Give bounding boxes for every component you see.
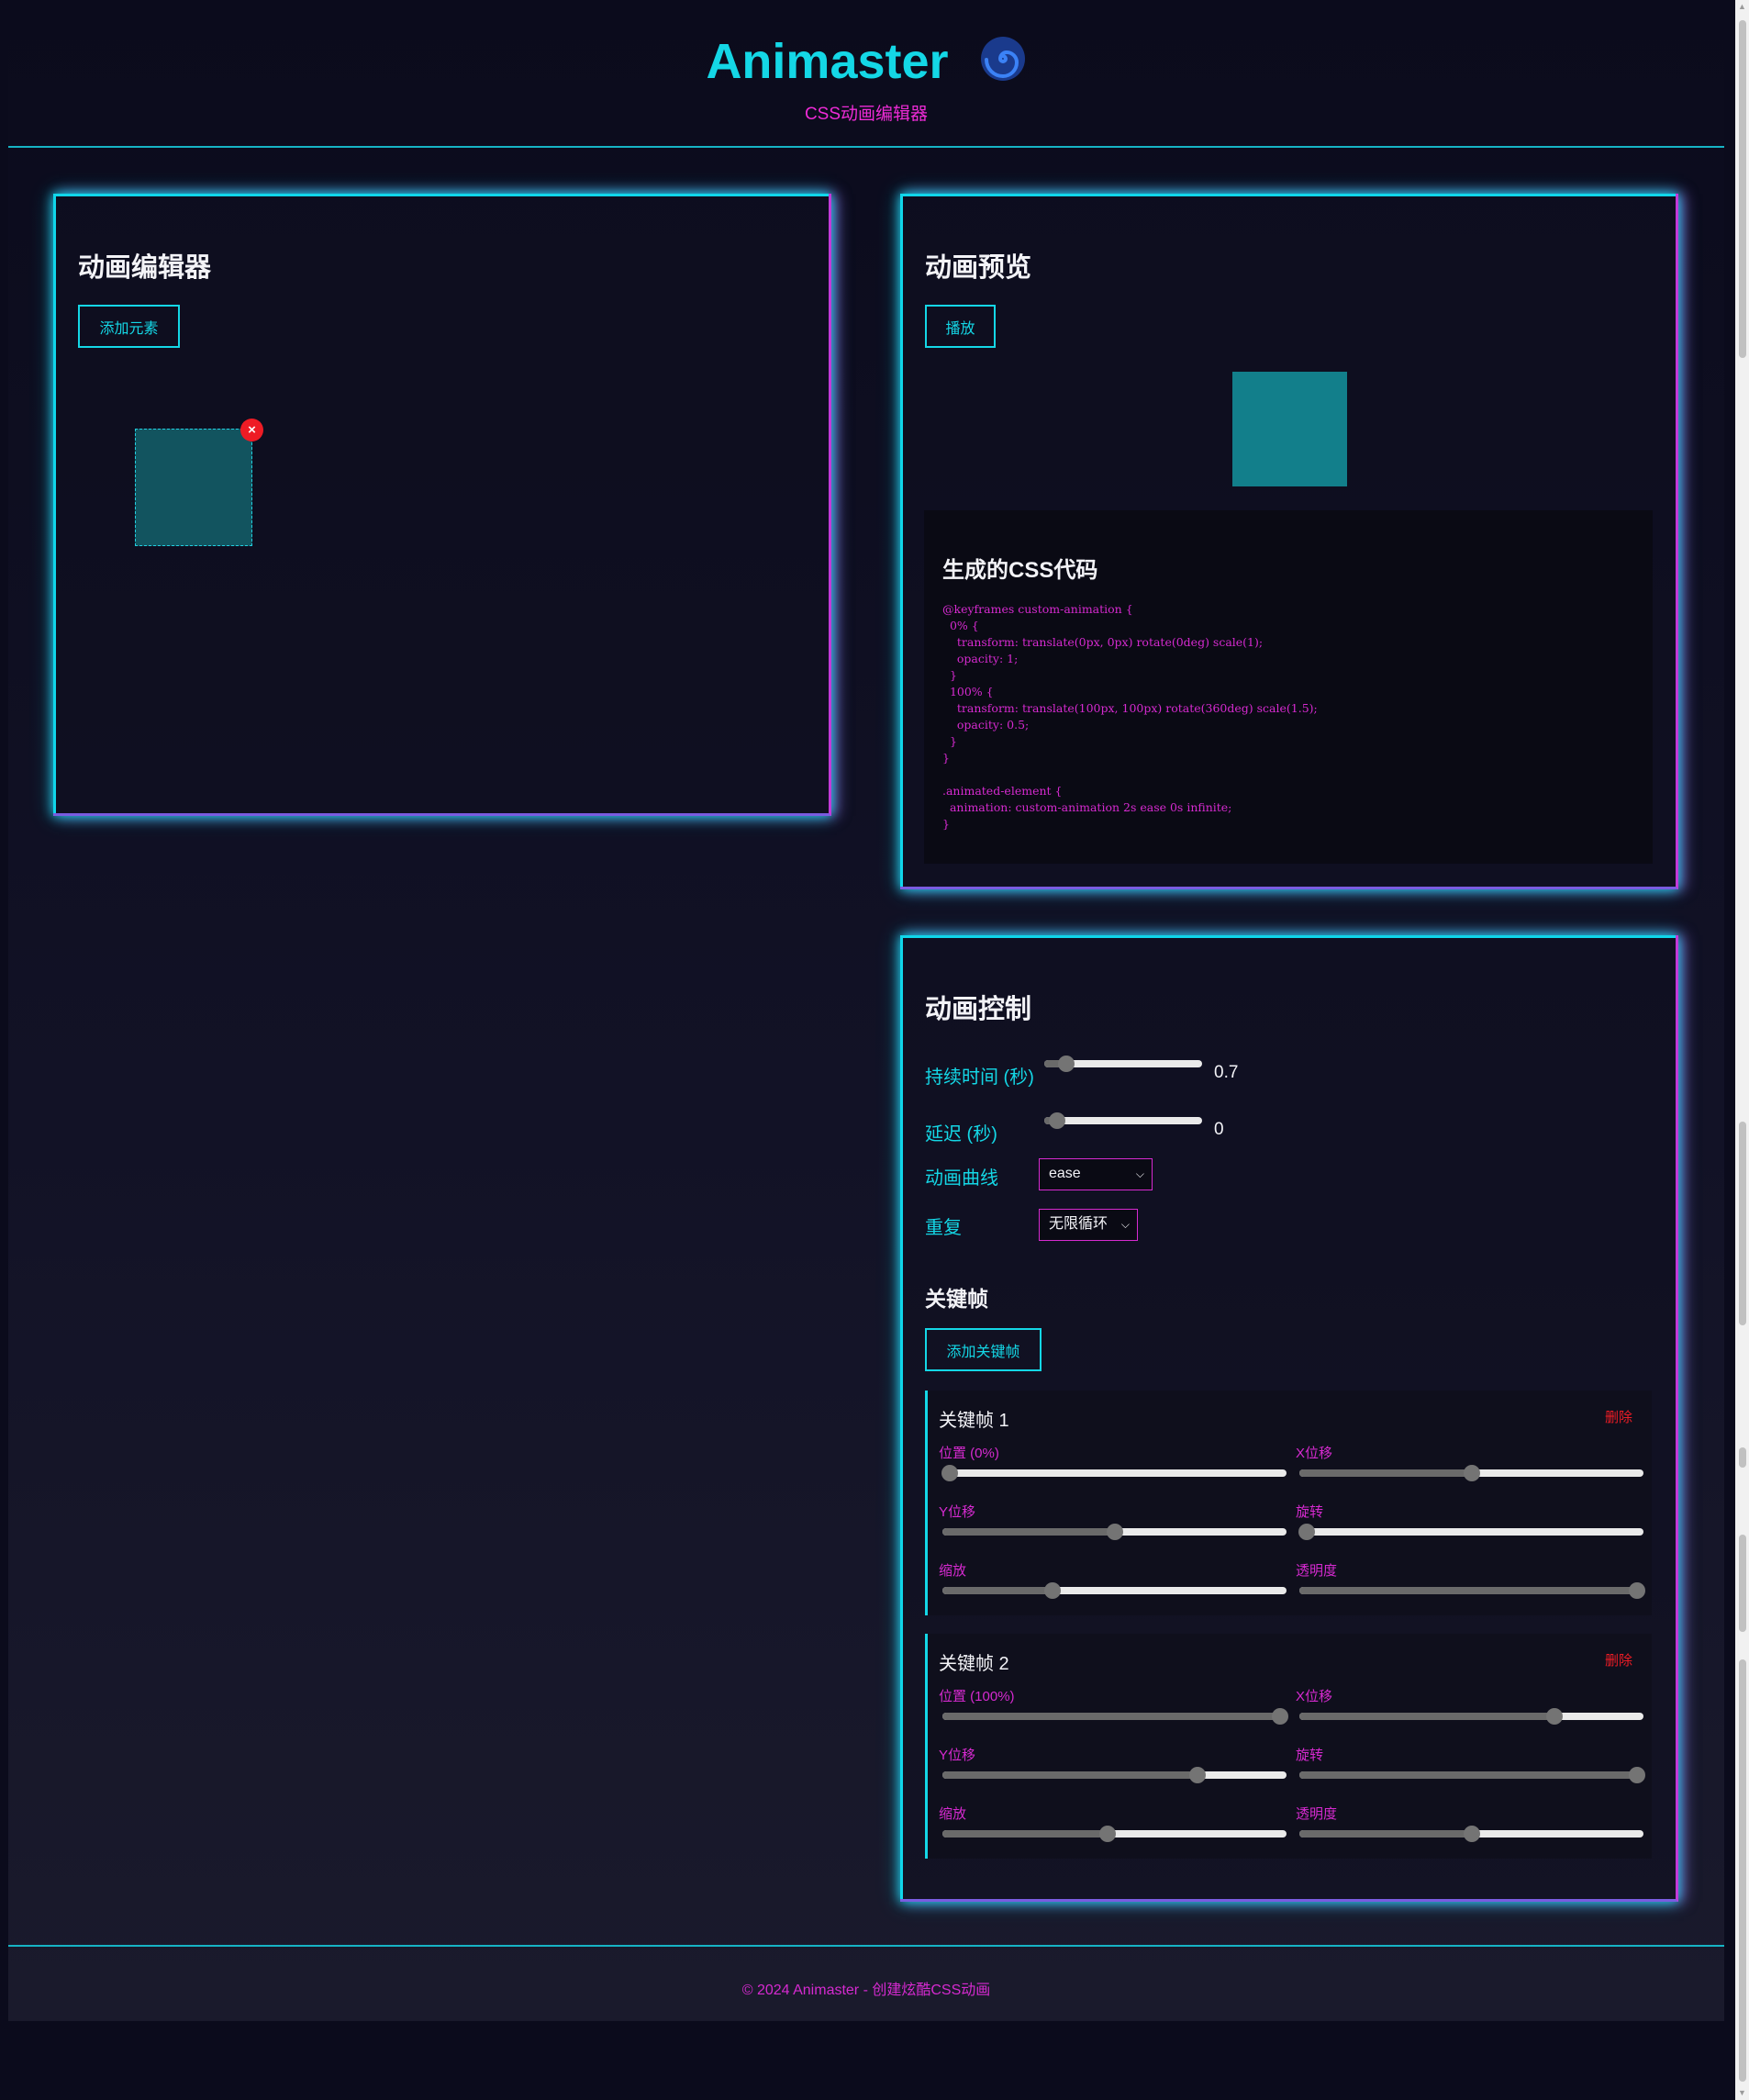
keyframe-2-rotate-slider[interactable] <box>1299 1767 1645 1783</box>
delay-slider[interactable] <box>1044 1112 1202 1129</box>
slider-thumb[interactable] <box>1628 1582 1645 1599</box>
keyframe-2-scale-slider[interactable] <box>942 1826 1287 1842</box>
repeat-select[interactable]: 无限循环 ⌵ <box>1039 1209 1138 1241</box>
scroll-thumb[interactable] <box>1739 1535 1746 1632</box>
keyframe-1-rotate-slider[interactable] <box>1298 1524 1643 1540</box>
keyframe-1-x-slider[interactable] <box>1299 1465 1643 1481</box>
scroll-up-icon[interactable]: ▲ <box>1735 0 1749 14</box>
keyframe-1-position-slider[interactable] <box>941 1465 1287 1481</box>
app-subtitle: CSS动画编辑器 <box>804 105 929 124</box>
keyframe-1-x-label: X位移 <box>1296 1446 1333 1461</box>
keyframe-2-rotate-label: 旋转 <box>1296 1748 1324 1763</box>
app-title: Animaster <box>706 34 949 89</box>
keyframe-2-scale-label: 缩放 <box>939 1806 967 1822</box>
slider-thumb[interactable] <box>1545 1708 1563 1725</box>
footer-text: © 2024 Animaster - 创建炫酷CSS动画 <box>741 1983 991 1998</box>
slider-thumb[interactable] <box>1463 1465 1480 1481</box>
slider-thumb[interactable] <box>1188 1767 1206 1783</box>
header-divider <box>8 146 1724 148</box>
duration-label: 持续时间 (秒) <box>925 1067 1034 1088</box>
play-button[interactable]: 播放 <box>925 305 996 348</box>
app-header: Animaster <box>0 33 1732 95</box>
repeat-select-value: 无限循环 <box>1049 1216 1108 1232</box>
chevron-down-icon: ⌵ <box>1135 1167 1144 1180</box>
preview-element <box>1232 372 1347 486</box>
keyframe-1-opacity-label: 透明度 <box>1296 1563 1338 1579</box>
keyframe-2-y-label: Y位移 <box>939 1748 976 1763</box>
keyframes-title: 关键帧 <box>925 1287 988 1311</box>
keyframe-1-rotate-label: 旋转 <box>1296 1504 1324 1520</box>
keyframe-card-2 <box>925 1634 1652 1859</box>
slider-thumb[interactable] <box>1099 1826 1116 1842</box>
slider-thumb[interactable] <box>941 1465 958 1481</box>
generated-css-code: @keyframes custom-animation { 0% { trans… <box>942 602 1318 831</box>
footer-divider <box>8 1945 1724 1947</box>
scroll-thumb[interactable] <box>1739 1122 1746 1325</box>
keyframe-1-delete-button[interactable]: 删除 <box>1605 1407 1632 1426</box>
keyframe-2-y-slider[interactable] <box>942 1767 1287 1783</box>
easing-select-value: ease <box>1049 1166 1081 1181</box>
keyframe-1-scale-label: 缩放 <box>939 1563 967 1579</box>
scroll-thumb[interactable] <box>1739 1659 1746 2082</box>
controls-title: 动画控制 <box>925 995 1032 1024</box>
slider-thumb[interactable] <box>1106 1524 1123 1540</box>
slider-thumb[interactable] <box>1048 1112 1065 1129</box>
keyframe-1-opacity-slider[interactable] <box>1299 1582 1645 1599</box>
keyframe-1-scale-slider[interactable] <box>942 1582 1287 1599</box>
code-title: 生成的CSS代码 <box>942 558 1098 583</box>
add-keyframe-button[interactable]: 添加关键帧 <box>925 1328 1042 1371</box>
chevron-down-icon: ⌵ <box>1120 1218 1130 1231</box>
keyframe-2-opacity-slider[interactable] <box>1299 1826 1643 1842</box>
add-element-button[interactable]: 添加元素 <box>78 305 180 348</box>
swirl-icon <box>979 35 1027 95</box>
preview-title: 动画预览 <box>925 253 1032 283</box>
delay-value: 0 <box>1214 1120 1224 1139</box>
slider-thumb[interactable] <box>1044 1582 1061 1599</box>
slider-thumb[interactable] <box>1058 1056 1075 1072</box>
editable-element[interactable] <box>135 429 252 546</box>
keyframe-2-delete-button[interactable]: 删除 <box>1605 1650 1632 1670</box>
scroll-thumb[interactable] <box>1739 20 1746 358</box>
repeat-label: 重复 <box>925 1218 962 1238</box>
slider-thumb[interactable] <box>1298 1524 1315 1540</box>
keyframe-1-y-label: Y位移 <box>939 1504 976 1520</box>
delay-label: 延迟 (秒) <box>925 1124 997 1145</box>
keyframe-2-x-label: X位移 <box>1296 1689 1333 1704</box>
easing-label: 动画曲线 <box>925 1168 998 1189</box>
scroll-thumb[interactable] <box>1739 1447 1746 1468</box>
slider-thumb[interactable] <box>1628 1767 1645 1783</box>
keyframe-2-title: 关键帧 2 <box>939 1654 1009 1674</box>
keyframe-1-title: 关键帧 1 <box>939 1411 1009 1431</box>
easing-select[interactable]: ease ⌵ <box>1039 1158 1153 1190</box>
editor-title: 动画编辑器 <box>78 253 212 283</box>
slider-thumb[interactable] <box>1463 1826 1480 1842</box>
keyframe-2-position-slider[interactable] <box>942 1708 1288 1725</box>
remove-element-icon[interactable]: × <box>240 419 263 441</box>
keyframe-1-y-slider[interactable] <box>942 1524 1287 1540</box>
slider-thumb[interactable] <box>1271 1708 1288 1725</box>
keyframe-2-position-label: 位置 (100%) <box>939 1689 1015 1704</box>
duration-slider[interactable] <box>1044 1056 1202 1072</box>
duration-value: 0.7 <box>1214 1063 1239 1082</box>
keyframe-card-1 <box>925 1391 1652 1615</box>
keyframe-2-opacity-label: 透明度 <box>1296 1806 1338 1822</box>
scroll-down-icon[interactable]: ▼ <box>1735 2086 1749 2100</box>
keyframe-1-position-label: 位置 (0%) <box>939 1446 999 1461</box>
keyframe-2-x-slider[interactable] <box>1299 1708 1643 1725</box>
